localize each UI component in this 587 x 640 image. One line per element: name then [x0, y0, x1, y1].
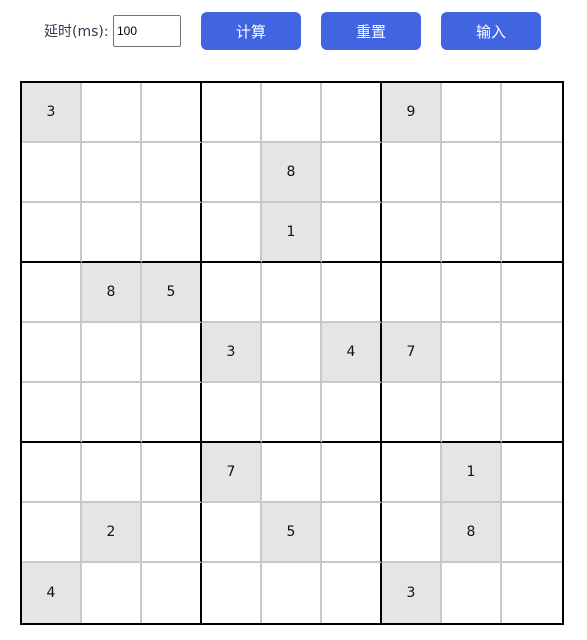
- sudoku-cell[interactable]: 4: [322, 323, 382, 383]
- sudoku-cell[interactable]: 7: [202, 443, 262, 503]
- sudoku-cell[interactable]: [322, 563, 382, 623]
- sudoku-cell[interactable]: [502, 263, 562, 323]
- sudoku-cell[interactable]: [442, 143, 502, 203]
- sudoku-cell[interactable]: [262, 83, 322, 143]
- sudoku-cell[interactable]: [442, 323, 502, 383]
- sudoku-cell[interactable]: [22, 383, 82, 443]
- input-button[interactable]: 输入: [441, 12, 541, 50]
- sudoku-cell[interactable]: [142, 143, 202, 203]
- sudoku-cell[interactable]: [82, 323, 142, 383]
- sudoku-cell[interactable]: [202, 503, 262, 563]
- sudoku-cell[interactable]: [502, 383, 562, 443]
- sudoku-cell[interactable]: [382, 203, 442, 263]
- sudoku-cell[interactable]: [502, 143, 562, 203]
- sudoku-cell[interactable]: [82, 563, 142, 623]
- sudoku-cell[interactable]: 3: [382, 563, 442, 623]
- sudoku-cell[interactable]: [142, 503, 202, 563]
- sudoku-cell[interactable]: [502, 203, 562, 263]
- sudoku-cell[interactable]: [202, 563, 262, 623]
- sudoku-cell[interactable]: 5: [262, 503, 322, 563]
- sudoku-cell[interactable]: [82, 143, 142, 203]
- sudoku-cell[interactable]: [442, 203, 502, 263]
- sudoku-cell[interactable]: [322, 83, 382, 143]
- sudoku-cell[interactable]: [202, 263, 262, 323]
- sudoku-cell[interactable]: 3: [202, 323, 262, 383]
- sudoku-cell[interactable]: [442, 263, 502, 323]
- sudoku-cell[interactable]: [502, 503, 562, 563]
- calculate-button[interactable]: 计算: [201, 12, 301, 50]
- sudoku-cell[interactable]: 1: [262, 203, 322, 263]
- sudoku-cell[interactable]: 8: [82, 263, 142, 323]
- sudoku-cell[interactable]: [382, 443, 442, 503]
- sudoku-cell[interactable]: [382, 503, 442, 563]
- sudoku-cell[interactable]: 3: [22, 83, 82, 143]
- sudoku-cell[interactable]: [442, 83, 502, 143]
- sudoku-cell[interactable]: [262, 443, 322, 503]
- sudoku-cell[interactable]: [142, 443, 202, 503]
- sudoku-cell[interactable]: [502, 323, 562, 383]
- sudoku-cell[interactable]: [142, 203, 202, 263]
- sudoku-cell[interactable]: [382, 263, 442, 323]
- sudoku-cell[interactable]: [322, 263, 382, 323]
- sudoku-cell[interactable]: [22, 443, 82, 503]
- sudoku-cell[interactable]: [82, 443, 142, 503]
- sudoku-cell[interactable]: [82, 383, 142, 443]
- sudoku-cell[interactable]: [22, 203, 82, 263]
- sudoku-board: 3981853477125843: [20, 81, 564, 625]
- sudoku-cell[interactable]: [22, 503, 82, 563]
- sudoku-cell[interactable]: [202, 203, 262, 263]
- sudoku-cell[interactable]: 2: [82, 503, 142, 563]
- sudoku-cell[interactable]: [142, 83, 202, 143]
- sudoku-cell[interactable]: [382, 383, 442, 443]
- sudoku-cell[interactable]: [442, 563, 502, 623]
- toolbar: 延时(ms): 计算 重置 输入: [0, 0, 587, 62]
- sudoku-cell[interactable]: [322, 503, 382, 563]
- sudoku-cell[interactable]: [262, 263, 322, 323]
- reset-button[interactable]: 重置: [321, 12, 421, 50]
- sudoku-cell[interactable]: [322, 143, 382, 203]
- sudoku-cell[interactable]: 1: [442, 443, 502, 503]
- sudoku-cell[interactable]: [262, 563, 322, 623]
- delay-label: 延时(ms):: [44, 24, 109, 40]
- sudoku-cell[interactable]: [22, 143, 82, 203]
- sudoku-cell[interactable]: [322, 383, 382, 443]
- sudoku-cell[interactable]: [502, 563, 562, 623]
- sudoku-cell[interactable]: [322, 443, 382, 503]
- sudoku-cell[interactable]: 4: [22, 563, 82, 623]
- sudoku-cell[interactable]: [382, 143, 442, 203]
- sudoku-cell[interactable]: [502, 83, 562, 143]
- sudoku-cell[interactable]: 8: [262, 143, 322, 203]
- sudoku-cell[interactable]: [22, 263, 82, 323]
- sudoku-cell[interactable]: [82, 203, 142, 263]
- sudoku-cell[interactable]: 9: [382, 83, 442, 143]
- sudoku-cell[interactable]: [142, 323, 202, 383]
- sudoku-cell[interactable]: [262, 323, 322, 383]
- sudoku-cell[interactable]: [202, 383, 262, 443]
- sudoku-cell[interactable]: 8: [442, 503, 502, 563]
- sudoku-cell[interactable]: 5: [142, 263, 202, 323]
- sudoku-cell[interactable]: 7: [382, 323, 442, 383]
- sudoku-cell[interactable]: [262, 383, 322, 443]
- sudoku-cell[interactable]: [322, 203, 382, 263]
- sudoku-cell[interactable]: [502, 443, 562, 503]
- sudoku-cell[interactable]: [202, 143, 262, 203]
- sudoku-cell[interactable]: [142, 383, 202, 443]
- sudoku-cell[interactable]: [82, 83, 142, 143]
- sudoku-cell[interactable]: [442, 383, 502, 443]
- sudoku-cell[interactable]: [22, 323, 82, 383]
- delay-input[interactable]: [113, 15, 181, 47]
- sudoku-cell[interactable]: [202, 83, 262, 143]
- sudoku-cell[interactable]: [142, 563, 202, 623]
